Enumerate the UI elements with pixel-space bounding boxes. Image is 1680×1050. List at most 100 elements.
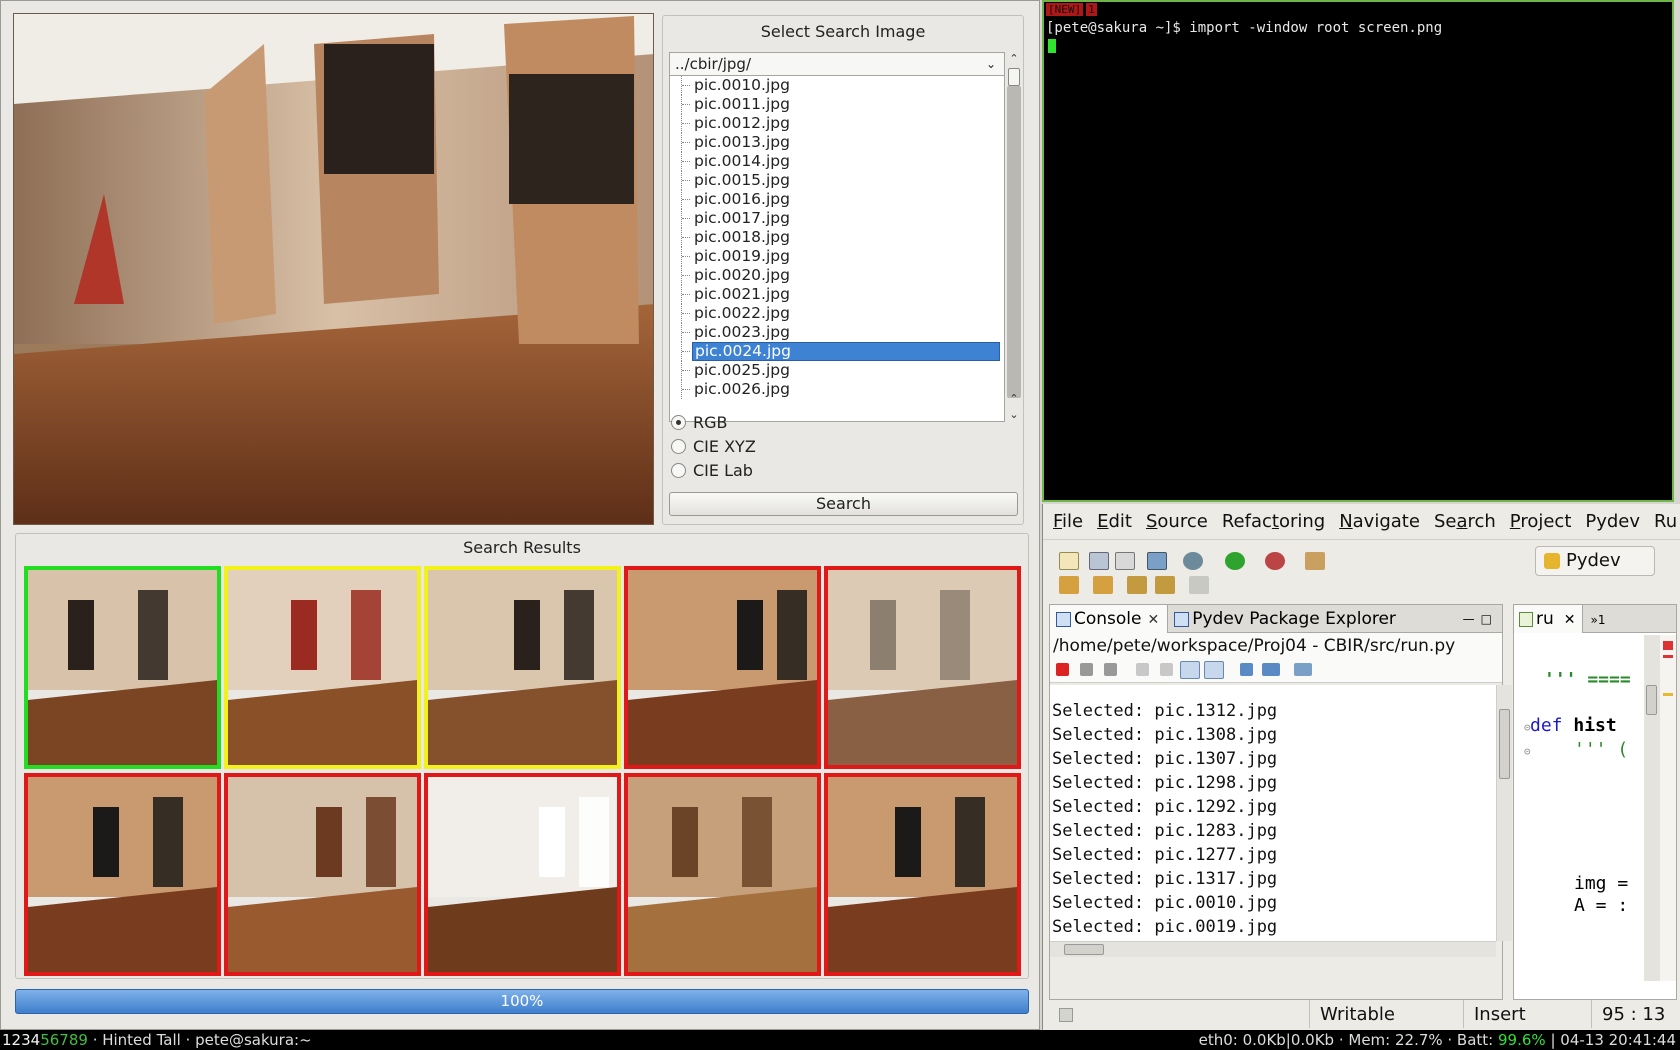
last-edit-icon[interactable]: [1127, 576, 1147, 594]
radio-cie-xyz-button[interactable]: [671, 439, 686, 454]
pin-console-icon[interactable]: [1240, 663, 1253, 676]
terminal-tab-1[interactable]: 1: [1086, 3, 1097, 16]
result-thumbnail[interactable]: [624, 773, 821, 976]
radio-rgb-button[interactable]: [671, 415, 686, 430]
tab-package-explorer[interactable]: Pydev Package Explorer: [1168, 605, 1404, 633]
file-list-item[interactable]: pic.0011.jpg: [670, 95, 1004, 114]
error-marker[interactable]: [1663, 655, 1673, 658]
result-thumbnail[interactable]: [824, 566, 1021, 769]
file-list-item[interactable]: pic.0015.jpg: [670, 171, 1004, 190]
fast-view-icon[interactable]: [1059, 1008, 1073, 1022]
print-icon[interactable]: [1115, 552, 1135, 570]
result-thumbnail[interactable]: [24, 566, 221, 769]
error-marker[interactable]: [1663, 641, 1673, 650]
clear-console-icon[interactable]: [1136, 663, 1149, 676]
new-icon[interactable]: [1059, 552, 1079, 570]
file-list-item[interactable]: pic.0010.jpg: [670, 76, 1004, 95]
workspaces-active[interactable]: 1234: [2, 1031, 40, 1049]
menu-item[interactable]: Refactoring: [1222, 504, 1325, 540]
directory-dropdown[interactable]: ../cbir/jpg/ ⌄: [669, 52, 1005, 76]
console-vscroll-thumb[interactable]: [1499, 709, 1510, 779]
menu-item[interactable]: Search: [1434, 504, 1496, 540]
workspaces-inactive[interactable]: 56789: [40, 1031, 88, 1049]
console-hscroll-thumb[interactable]: [1064, 944, 1104, 955]
file-list-item[interactable]: pic.0020.jpg: [670, 266, 1004, 285]
file-list-item[interactable]: pic.0023.jpg: [670, 323, 1004, 342]
menu-item[interactable]: File: [1053, 504, 1083, 540]
fold-icon[interactable]: ⊝: [1524, 745, 1531, 758]
file-list-item[interactable]: pic.0017.jpg: [670, 209, 1004, 228]
file-list-item[interactable]: pic.0022.jpg: [670, 304, 1004, 323]
forward-icon[interactable]: [1189, 576, 1209, 594]
result-thumbnail[interactable]: [424, 566, 621, 769]
editor-overview-ruler[interactable]: [1660, 635, 1676, 981]
perspective-pydev[interactable]: Pydev: [1535, 546, 1655, 576]
scroll-up-icon[interactable]: ⌃: [1005, 52, 1023, 68]
more-tabs-icon[interactable]: »1: [1591, 606, 1606, 634]
save-icon[interactable]: [1089, 552, 1109, 570]
tab-console[interactable]: Console ✕: [1050, 605, 1169, 633]
scroll-track[interactable]: [1007, 68, 1021, 398]
scroll-lock-icon[interactable]: [1160, 663, 1173, 676]
terminal-tab-new[interactable]: [NEW]: [1046, 3, 1084, 16]
file-list-item[interactable]: pic.0019.jpg: [670, 247, 1004, 266]
code-editor[interactable]: ''' ==== ⊝ def hist ⊝ ''' ( img = A = :: [1514, 635, 1644, 985]
console-vertical-scrollbar[interactable]: [1496, 685, 1512, 941]
file-list-item[interactable]: pic.0021.jpg: [670, 285, 1004, 304]
scroll-up-icon[interactable]: ⌃: [1005, 392, 1023, 408]
file-list-item[interactable]: pic.0024.jpg: [670, 342, 1004, 361]
file-list-item[interactable]: pic.0025.jpg: [670, 361, 1004, 380]
display-console-icon[interactable]: [1262, 663, 1280, 676]
menu-item[interactable]: Ru: [1654, 504, 1677, 540]
close-icon[interactable]: ✕: [1564, 612, 1576, 628]
menu-item[interactable]: Source: [1146, 504, 1208, 540]
file-list[interactable]: pic.0010.jpg pic.0011.jpg pic.0012.jpg pic.…: [669, 76, 1005, 422]
tab-run-py[interactable]: ru ✕: [1514, 605, 1583, 633]
prev-annotation-icon[interactable]: [1093, 576, 1113, 594]
show-stderr-icon[interactable]: [1204, 661, 1224, 679]
scroll-down-icon[interactable]: ⌄: [1005, 408, 1023, 424]
next-annotation-icon[interactable]: [1059, 576, 1079, 594]
file-list-scrollbar[interactable]: ⌃ ⌃ ⌄: [1005, 52, 1023, 424]
warning-marker[interactable]: [1663, 693, 1673, 696]
console-output[interactable]: Selected: pic.1312.jpg Selected: pic.1308…: [1050, 685, 1496, 941]
result-thumbnail[interactable]: [24, 773, 221, 976]
result-thumbnail[interactable]: [424, 773, 621, 976]
menu-item[interactable]: Navigate: [1339, 504, 1420, 540]
result-thumbnail[interactable]: [624, 566, 821, 769]
console-horizontal-scrollbar[interactable]: [1050, 941, 1496, 957]
search-button[interactable]: Search: [669, 492, 1018, 516]
external-tools-icon[interactable]: [1265, 552, 1285, 570]
radio-cie-lab[interactable]: CIE Lab: [671, 460, 753, 482]
radio-cie-xyz[interactable]: CIE XYZ: [671, 436, 756, 458]
file-list-item[interactable]: pic.0026.jpg: [670, 380, 1004, 399]
remove-launch-icon[interactable]: [1080, 663, 1093, 676]
close-icon[interactable]: ✕: [1148, 612, 1160, 628]
show-stdout-icon[interactable]: [1180, 661, 1200, 679]
run-icon[interactable]: [1225, 552, 1245, 570]
debug-icon[interactable]: [1183, 552, 1203, 570]
remove-all-icon[interactable]: [1104, 663, 1117, 676]
minimize-maximize-icons[interactable]: —□: [1463, 605, 1498, 633]
menu-item[interactable]: Edit: [1097, 504, 1132, 540]
open-console-icon[interactable]: [1294, 663, 1312, 676]
back-icon[interactable]: [1155, 576, 1175, 594]
file-list-item[interactable]: pic.0013.jpg: [670, 133, 1004, 152]
file-list-item[interactable]: pic.0012.jpg: [670, 114, 1004, 133]
scroll-thumb[interactable]: [1008, 68, 1020, 86]
result-thumbnail[interactable]: [224, 566, 421, 769]
file-list-item[interactable]: pic.0018.jpg: [670, 228, 1004, 247]
radio-cie-lab-button[interactable]: [671, 463, 686, 478]
refactor-icon[interactable]: [1305, 552, 1325, 570]
terminate-icon[interactable]: [1056, 663, 1069, 676]
file-list-item[interactable]: pic.0014.jpg: [670, 152, 1004, 171]
menu-item[interactable]: Pydev: [1585, 504, 1640, 540]
terminal-window[interactable]: [NEW] 1 [pete@sakura ~]$ import -window r…: [1042, 0, 1674, 502]
radio-rgb[interactable]: RGB: [671, 412, 728, 434]
result-thumbnail[interactable]: [824, 773, 1021, 976]
menu-item[interactable]: Project: [1510, 504, 1572, 540]
editor-vertical-scrollbar[interactable]: [1644, 635, 1660, 981]
editor-vscroll-thumb[interactable]: [1646, 685, 1657, 715]
file-list-item[interactable]: pic.0016.jpg: [670, 190, 1004, 209]
result-thumbnail[interactable]: [224, 773, 421, 976]
